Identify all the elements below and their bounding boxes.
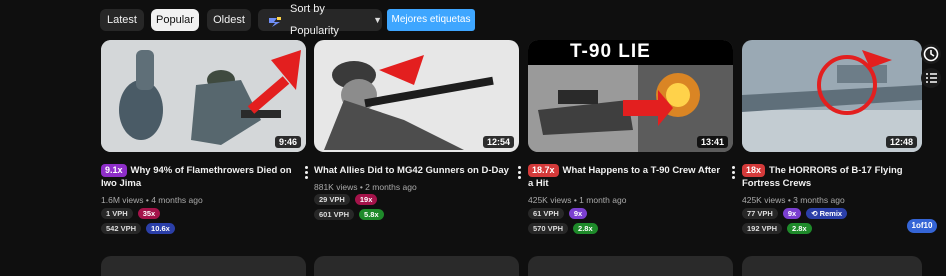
video-meta: 881K views • 2 months ago bbox=[314, 182, 417, 192]
video-thumbnail[interactable]: 9:46 bbox=[101, 40, 306, 152]
list-icon[interactable] bbox=[921, 68, 941, 88]
chevron-down-icon: ▼ bbox=[373, 15, 382, 25]
pager-badge[interactable]: 1of10 bbox=[907, 219, 937, 233]
duration-badge: 12:48 bbox=[885, 136, 917, 148]
video-thumbnail-next[interactable] bbox=[314, 256, 519, 276]
more-vert-icon[interactable] bbox=[302, 165, 310, 179]
vph-badge: 29 VPH bbox=[314, 194, 350, 205]
more-vert-icon[interactable] bbox=[515, 165, 523, 179]
remix-button[interactable]: ⟲ Remix bbox=[806, 208, 848, 219]
video-title-text: Why 94% of Flamethrowers Died on Iwo Jim… bbox=[101, 165, 292, 189]
clock-icon[interactable] bbox=[921, 44, 941, 64]
filter-popular[interactable]: Popular bbox=[151, 9, 199, 31]
vph-badge-2: 542 VPH bbox=[101, 223, 142, 234]
tags-button[interactable]: Mejores etiquetas bbox=[387, 9, 475, 31]
video-thumbnail-next[interactable] bbox=[101, 256, 306, 276]
thumbnail-text: T-90 LIE bbox=[570, 41, 651, 62]
more-vert-icon[interactable] bbox=[729, 165, 737, 179]
vph-badge-2: 570 VPH bbox=[528, 223, 569, 234]
sort-dropdown[interactable]: Sort by Popularity ▼ bbox=[258, 3, 382, 37]
vph-ratio-badge-2: 10.6x bbox=[146, 223, 175, 234]
vph-ratio-badge: 9x bbox=[782, 208, 802, 219]
video-thumbnail[interactable]: T-90 LIE 13:41 bbox=[528, 40, 733, 152]
vph-badge: 1 VPH bbox=[101, 208, 133, 219]
video-card[interactable]: 12:54 What Allies Did to MG42 Gunners on… bbox=[314, 40, 521, 220]
video-title[interactable]: 9.1x Why 94% of Flamethrowers Died on Iwo… bbox=[101, 164, 296, 190]
video-card[interactable]: 9:46 9.1x Why 94% of Flamethrowers Died o… bbox=[101, 40, 308, 234]
video-thumbnail[interactable]: 12:54 bbox=[314, 40, 519, 152]
vph-ratio-badge-2: 5.8x bbox=[359, 209, 384, 220]
video-thumbnail-next[interactable] bbox=[742, 256, 922, 276]
outlier-badge: 9.1x bbox=[101, 164, 127, 177]
outlier-badge: 18.7x bbox=[528, 164, 559, 177]
sort-label: Sort by Popularity bbox=[290, 3, 339, 37]
video-thumbnail[interactable]: 12:48 bbox=[742, 40, 922, 152]
video-meta: 425K views • 1 month ago bbox=[528, 195, 627, 205]
video-title-text: The HORRORS of B-17 Flying Fortress Crew… bbox=[742, 165, 903, 189]
video-title-text: What Allies Did to MG42 Gunners on D-Day bbox=[314, 165, 509, 176]
video-card[interactable]: T-90 LIE 13:41 18.7x What Happens to a T-… bbox=[528, 40, 735, 234]
filter-latest[interactable]: Latest bbox=[100, 9, 144, 31]
duration-badge: 12:54 bbox=[482, 136, 514, 148]
vph-badge-2: 601 VPH bbox=[314, 209, 355, 220]
video-card[interactable]: 12:48 18x The HORRORS of B-17 Flying Fort… bbox=[742, 40, 946, 234]
vph-ratio-badge: 35x bbox=[137, 208, 161, 219]
vph-badge: 77 VPH bbox=[742, 208, 778, 219]
vph-badge-2: 192 VPH bbox=[742, 223, 783, 234]
duration-badge: 9:46 bbox=[274, 136, 301, 148]
duration-badge: 13:41 bbox=[696, 136, 728, 148]
video-meta: 1.6M views • 4 months ago bbox=[101, 195, 203, 205]
video-title[interactable]: What Allies Did to MG42 Gunners on D-Day bbox=[314, 164, 509, 177]
vph-badge: 61 VPH bbox=[528, 208, 564, 219]
video-title[interactable]: 18.7x What Happens to a T-90 Crew After a… bbox=[528, 164, 723, 190]
vph-ratio-badge: 9x bbox=[568, 208, 588, 219]
vph-ratio-badge-2: 2.8x bbox=[573, 223, 598, 234]
video-meta: 425K views • 3 months ago bbox=[742, 195, 845, 205]
outlier-badge: 18x bbox=[742, 164, 766, 177]
video-thumbnail-next[interactable] bbox=[528, 256, 733, 276]
video-title[interactable]: 18x The HORRORS of B-17 Flying Fortress C… bbox=[742, 164, 937, 190]
filter-oldest[interactable]: Oldest bbox=[207, 9, 251, 31]
sort-icon bbox=[268, 14, 282, 27]
vph-ratio-badge: 19x bbox=[354, 194, 378, 205]
vph-ratio-badge-2: 2.8x bbox=[787, 223, 812, 234]
remix-icon: ⟲ bbox=[811, 209, 820, 218]
